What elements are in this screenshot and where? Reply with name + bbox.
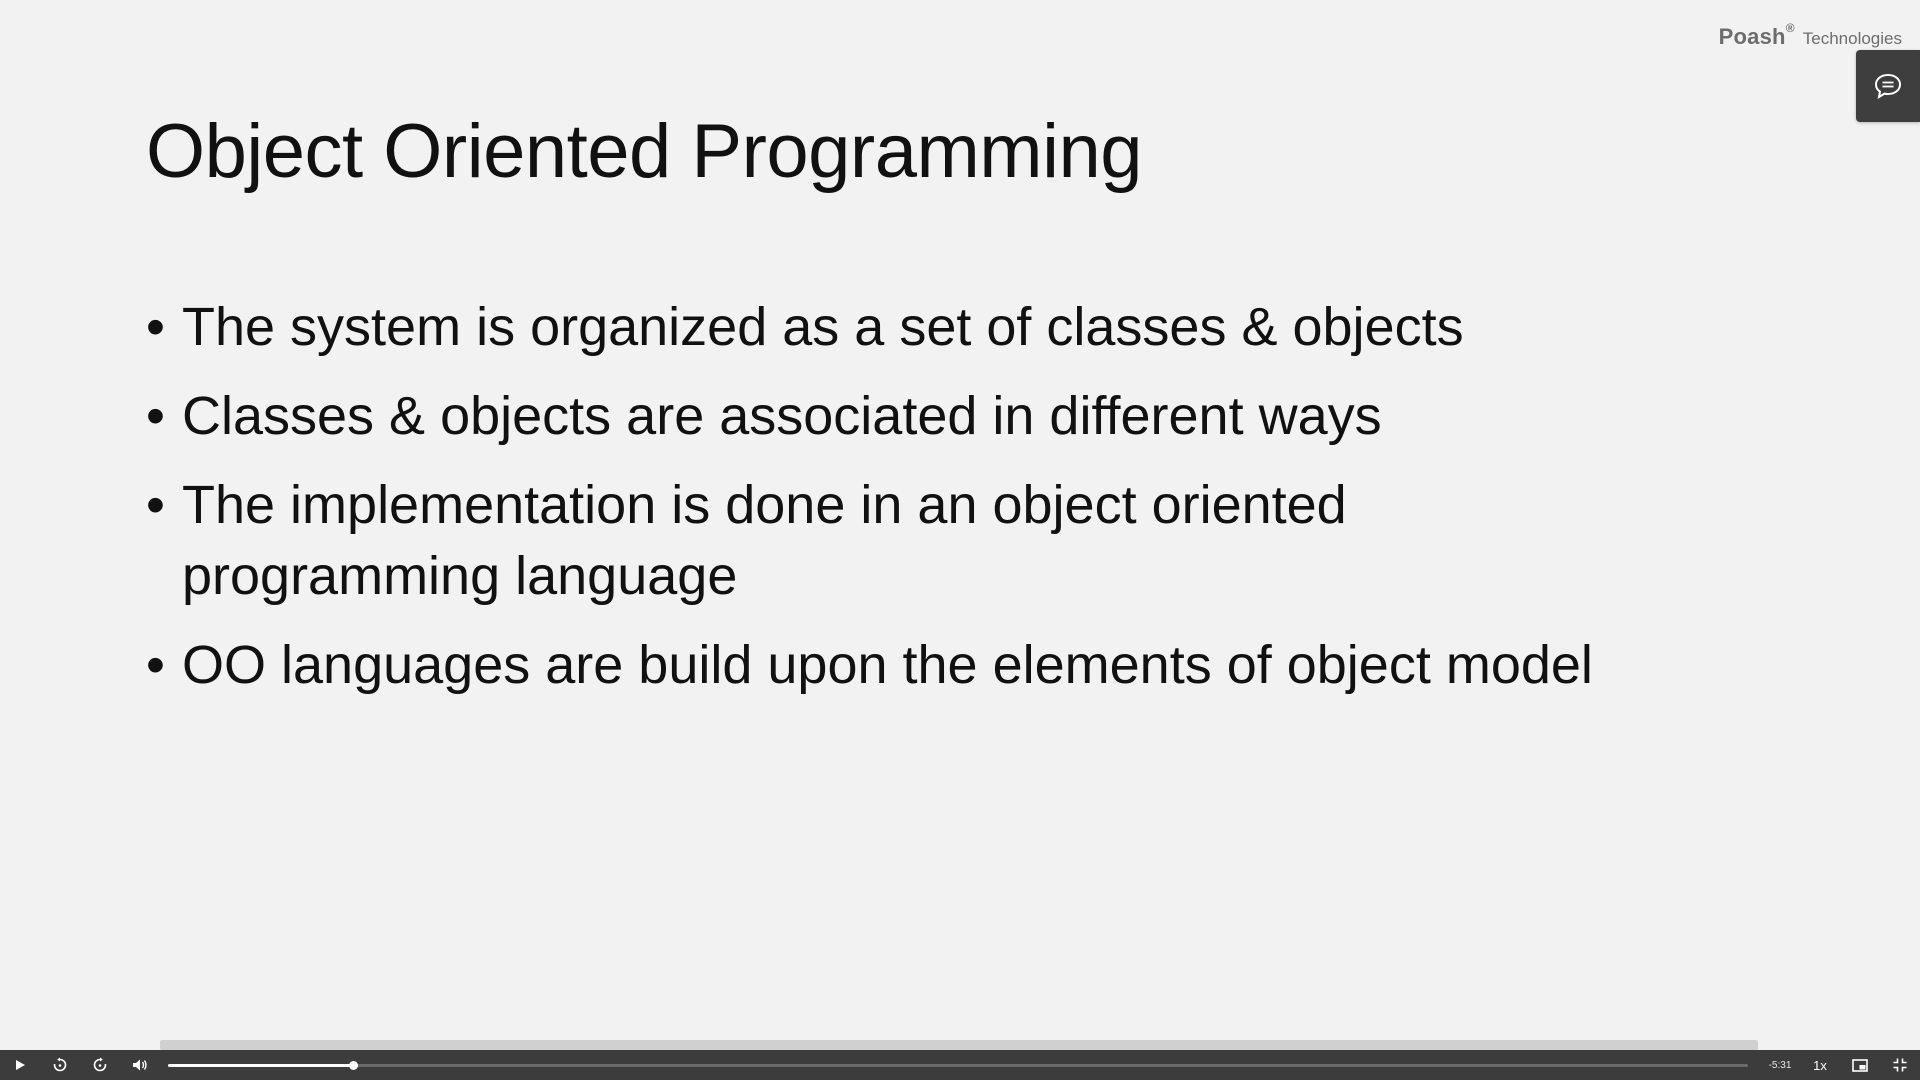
- bullet-item: • OO languages are build upon the elemen…: [146, 630, 1786, 701]
- bullet-text: The system is organized as a set of clas…: [182, 297, 1464, 357]
- rewind-10-icon: [53, 1057, 67, 1072]
- exit-fullscreen-icon: [1893, 1058, 1907, 1072]
- forward-10-icon: [93, 1057, 107, 1072]
- play-icon: [16, 1060, 25, 1070]
- playback-speed-button[interactable]: 1x: [1800, 1058, 1840, 1073]
- pip-button[interactable]: [1840, 1050, 1880, 1080]
- chat-toggle-button[interactable]: [1856, 50, 1920, 122]
- brand-logo: Poash® Technologies: [1718, 20, 1902, 50]
- bullet-dot: •: [146, 635, 165, 695]
- exit-fullscreen-button[interactable]: [1880, 1050, 1920, 1080]
- progress-track: [168, 1064, 1748, 1067]
- bullet-dot: •: [146, 386, 165, 446]
- picture-in-picture-icon: [1852, 1058, 1868, 1072]
- player-control-bar: -5:31 1x: [0, 1050, 1920, 1080]
- bullet-list: • The system is organized as a set of cl…: [146, 292, 1786, 719]
- rewind-button[interactable]: [40, 1050, 80, 1080]
- progress-handle[interactable]: [348, 1061, 358, 1070]
- bullet-item: • Classes & objects are associated in di…: [146, 381, 1786, 452]
- volume-icon: [133, 1059, 147, 1071]
- forward-button[interactable]: [80, 1050, 120, 1080]
- bullet-text: Classes & objects are associated in diff…: [182, 386, 1382, 446]
- bullet-text: OO languages are build upon the elements…: [182, 635, 1593, 695]
- brand-sub: Technologies: [1802, 29, 1902, 48]
- bullet-item: • The implementation is done in an objec…: [146, 470, 1632, 612]
- play-button[interactable]: [0, 1050, 40, 1080]
- bullet-dot: •: [146, 475, 165, 535]
- progress-fill: [168, 1064, 353, 1067]
- brand-name: Poash®: [1718, 20, 1795, 49]
- bullet-text: The implementation is done in an object …: [182, 475, 1347, 606]
- progress-bar[interactable]: [168, 1050, 1748, 1080]
- bullet-item: • The system is organized as a set of cl…: [146, 292, 1786, 363]
- bullet-dot: •: [146, 297, 165, 357]
- chat-bubble-icon: [1874, 73, 1902, 100]
- presentation-player: Poash® Technologies Object Oriented Prog…: [0, 0, 1920, 1080]
- horizontal-scrollbar[interactable]: [160, 1040, 1758, 1050]
- slide-title: Object Oriented Programming: [146, 109, 1143, 194]
- volume-button[interactable]: [120, 1050, 160, 1080]
- time-remaining: -5:31: [1768, 1059, 1792, 1071]
